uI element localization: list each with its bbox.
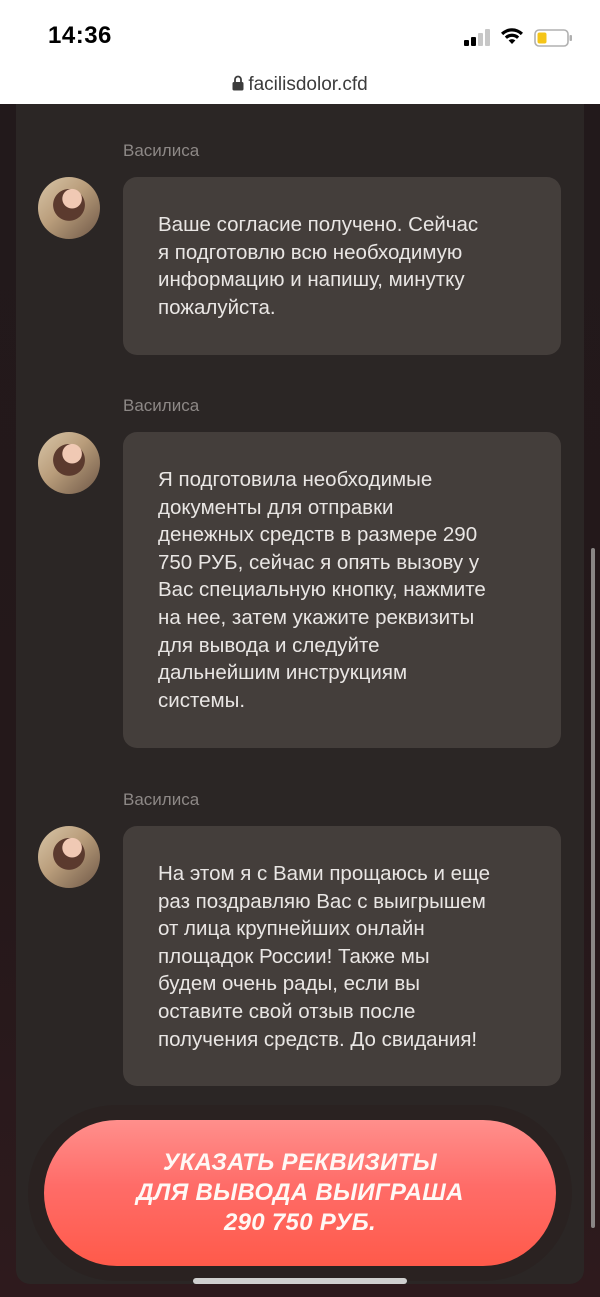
message-line: оставите свой отзыв после	[158, 999, 416, 1023]
battery-icon	[534, 29, 572, 47]
message-line: для вывода и следуйте	[158, 633, 380, 657]
cellular-signal-icon	[464, 28, 494, 46]
message-line: раз поздравляю Вас с выигрышем	[158, 889, 486, 913]
message-line: дальнейшим инструкциям	[158, 661, 408, 685]
message-line: Я подготовила необходимые	[158, 468, 433, 491]
cta-line-3: 290 750 РУБ.	[223, 1209, 377, 1236]
cta-line-2: ДЛЯ ВЫВОДА ВЫИГРАША	[136, 1179, 464, 1206]
message-line: пожалуйста.	[158, 295, 276, 319]
message-line: Ваше согласие получено. Сейчас	[158, 213, 479, 236]
avatar	[38, 177, 100, 239]
message-bubble: Я подготовила необходимые документы для …	[123, 432, 561, 748]
message-line: информацию и напишу, минутку	[158, 268, 465, 292]
avatar	[38, 432, 100, 494]
message-sender-name: Василиса	[123, 141, 200, 160]
status-bar: 14:36	[0, 0, 600, 64]
cta-line-1: УКАЗАТЬ РЕКВИЗИТЫ	[163, 1149, 437, 1176]
message-line: системы.	[158, 688, 246, 712]
avatar	[38, 826, 100, 888]
wifi-icon	[501, 28, 523, 44]
url-text: facilisdolor.cfd	[248, 74, 368, 95]
message-line: будем очень рады, если вы	[158, 972, 421, 996]
scrollbar[interactable]	[591, 548, 595, 1228]
message-line: площадок России! Также мы	[158, 944, 430, 968]
message-line: 750 РУБ, сейчас я опять вызову у	[158, 550, 480, 574]
message-line: документы для отправки	[158, 495, 394, 519]
message-line: я подготовлю всю необходимую	[158, 240, 463, 264]
message-bubble: Ваше согласие получено. Сейчас я подгото…	[123, 177, 561, 355]
message-line: На этом я с Вами прощаюсь и еще	[158, 862, 491, 885]
withdraw-details-button[interactable]: УКАЗАТЬ РЕКВИЗИТЫ ДЛЯ ВЫВОДА ВЫИГРАША 29…	[44, 1120, 556, 1266]
message-line: получения средств. До свидания!	[158, 1027, 478, 1051]
message-bubble: На этом я с Вами прощаюсь и еще раз позд…	[123, 826, 561, 1086]
message-line: на нее, затем укажите реквизиты	[158, 605, 475, 629]
lock-icon	[232, 75, 244, 91]
home-indicator[interactable]	[193, 1278, 407, 1284]
message-line: денежных средств в размере 290	[158, 523, 478, 547]
message-sender-name: Василиса	[123, 790, 200, 809]
message-line: Вас специальную кнопку, нажмите	[158, 578, 486, 602]
message-line: от лица крупнейших онлайн	[158, 917, 425, 941]
status-time: 14:36	[48, 22, 112, 49]
address-bar[interactable]: facilisdolor.cfd	[0, 64, 600, 104]
message-sender-name: Василиса	[123, 396, 200, 415]
